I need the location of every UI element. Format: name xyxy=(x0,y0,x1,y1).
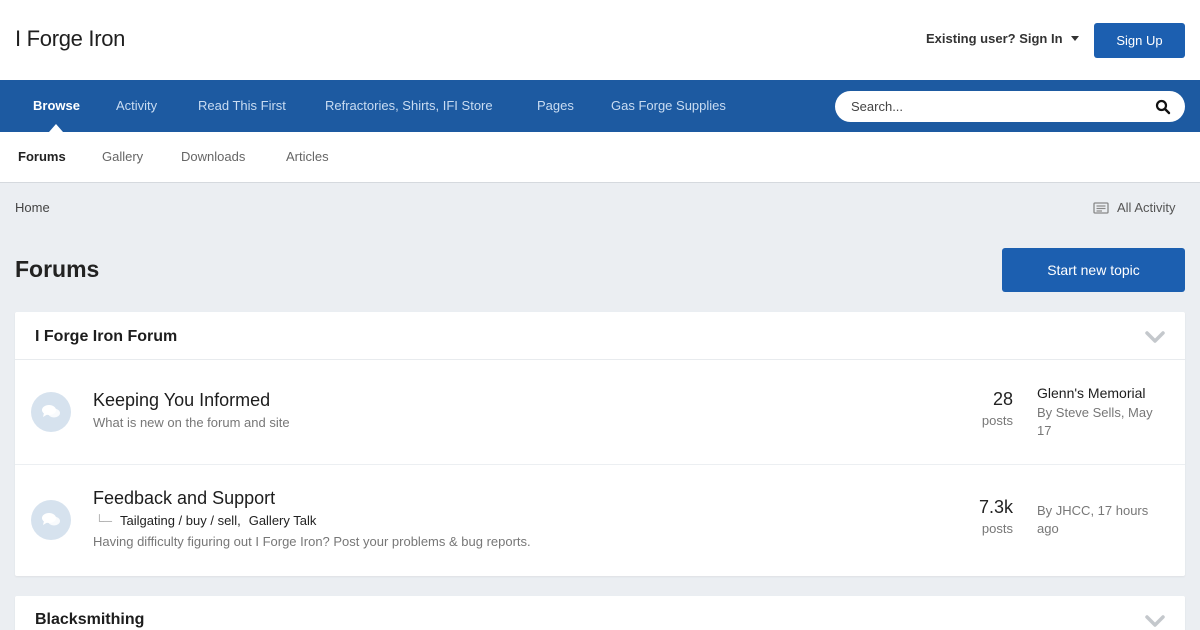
category-title[interactable]: I Forge Iron Forum xyxy=(35,328,177,346)
forum-status-icon xyxy=(31,500,71,540)
active-nav-pointer xyxy=(49,124,63,132)
tab-forums[interactable]: Forums xyxy=(18,149,66,164)
forum-status-icon xyxy=(31,392,71,432)
sign-up-button[interactable]: Sign Up xyxy=(1094,23,1185,58)
chevron-down-icon[interactable] xyxy=(1145,330,1165,344)
forum-row: Feedback and Support └─ Tailgating / buy… xyxy=(15,465,1185,575)
comments-icon xyxy=(42,513,60,526)
category-header: Blacksmithing xyxy=(15,596,1185,630)
last-post-title[interactable]: Glenn's Memorial xyxy=(1037,385,1146,401)
all-activity-label: All Activity xyxy=(1117,200,1176,215)
sign-in-link[interactable]: Existing user? Sign In xyxy=(926,31,1079,46)
forum-description: Having difficulty figuring out I Forge I… xyxy=(93,534,531,549)
comments-icon xyxy=(42,405,60,418)
post-count-label: posts xyxy=(981,413,1013,428)
category-header: I Forge Iron Forum xyxy=(15,312,1185,360)
forum-row: Keeping You Informed What is new on the … xyxy=(15,360,1185,465)
tab-articles[interactable]: Articles xyxy=(286,149,329,164)
chevron-down-icon[interactable] xyxy=(1145,614,1165,628)
caret-down-icon xyxy=(1070,36,1079,41)
nav-pages[interactable]: Pages xyxy=(537,98,574,113)
page-title: Forums xyxy=(15,256,100,282)
subforum-link[interactable]: Gallery Talk xyxy=(249,513,317,528)
subforum-arrow-icon: └─ xyxy=(95,513,113,528)
post-count-label: posts xyxy=(981,521,1013,536)
tab-gallery[interactable]: Gallery xyxy=(102,149,143,164)
search-box xyxy=(835,91,1185,122)
all-activity-link[interactable]: All Activity xyxy=(1093,200,1176,215)
forum-title[interactable]: Feedback and Support xyxy=(93,488,275,509)
last-post-meta: By Steve Sells, May 17 xyxy=(1037,405,1153,438)
category-panel: Blacksmithing xyxy=(15,596,1185,630)
forum-title[interactable]: Keeping You Informed xyxy=(93,390,270,411)
site-logo[interactable]: I Forge Iron xyxy=(15,26,125,52)
post-count: 7.3k xyxy=(978,497,1013,517)
search-icon[interactable] xyxy=(1155,99,1171,115)
nav-browse[interactable]: Browse xyxy=(33,98,80,113)
subforum-list: └─ Tailgating / buy / sell, Gallery Talk xyxy=(95,513,316,528)
category-title[interactable]: Blacksmithing xyxy=(35,611,144,629)
breadcrumb-home[interactable]: Home xyxy=(15,200,50,215)
nav-gas-forge-supplies[interactable]: Gas Forge Supplies xyxy=(611,98,726,113)
newspaper-icon xyxy=(1093,201,1109,214)
nav-activity[interactable]: Activity xyxy=(116,98,157,113)
tab-downloads[interactable]: Downloads xyxy=(181,149,245,164)
last-post-meta: By JHCC, 17 hours ago xyxy=(1037,503,1149,536)
secondary-nav: Forums Gallery Downloads Articles xyxy=(0,132,1200,183)
search-input[interactable] xyxy=(851,97,1141,115)
sign-in-label: Existing user? Sign In xyxy=(926,31,1063,46)
post-count: 28 xyxy=(992,389,1013,409)
category-panel: I Forge Iron Forum Keeping You Informed … xyxy=(15,312,1185,576)
nav-store[interactable]: Refractories, Shirts, IFI Store xyxy=(325,98,493,113)
forum-description: What is new on the forum and site xyxy=(93,415,290,430)
site-header: I Forge Iron Existing user? Sign In Sign… xyxy=(0,0,1200,80)
subforum-link[interactable]: Tailgating / buy / sell, xyxy=(120,513,241,528)
start-new-topic-button[interactable]: Start new topic xyxy=(1002,248,1185,292)
nav-read-this-first[interactable]: Read This First xyxy=(198,98,286,113)
